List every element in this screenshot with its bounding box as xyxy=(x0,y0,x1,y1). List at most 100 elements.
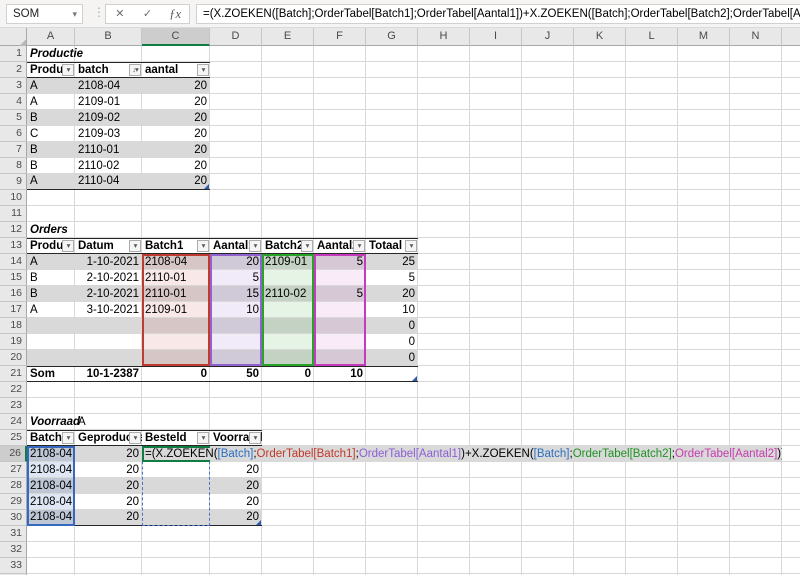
cell-A9[interactable]: A xyxy=(27,174,75,190)
insert-function-icon[interactable]: ƒx xyxy=(161,5,189,23)
cell-D21[interactable]: 50 xyxy=(210,366,262,382)
row-header-22[interactable]: 22 xyxy=(0,382,27,398)
row-header-4[interactable]: 4 xyxy=(0,94,27,110)
cell-A8[interactable]: B xyxy=(27,158,75,174)
cell-C7[interactable]: 20 xyxy=(142,142,210,158)
row-header-15[interactable]: 15 xyxy=(0,270,27,286)
row-header-21[interactable]: 21 xyxy=(0,366,27,382)
cell-C2[interactable]: aantal ▾ xyxy=(142,62,210,78)
cell-C13[interactable]: Batch1 ▾ xyxy=(142,238,210,254)
row-header-28[interactable]: 28 xyxy=(0,478,27,494)
row-header-30[interactable]: 30 xyxy=(0,510,27,526)
cell-D27[interactable]: 20 xyxy=(210,462,262,478)
column-header-I[interactable]: I xyxy=(470,28,522,46)
row-header-6[interactable]: 6 xyxy=(0,126,27,142)
row-header-19[interactable]: 19 xyxy=(0,334,27,350)
cell-B4[interactable]: 2109-01 xyxy=(75,94,142,110)
cell-E13[interactable]: Batch2 ▾ xyxy=(262,238,314,254)
cell-A4[interactable]: A xyxy=(27,94,75,110)
formula-edit-overlay[interactable]: =(X.ZOEKEN([Batch];OrderTabel[Batch1];Or… xyxy=(142,446,782,462)
cell-C25[interactable]: Besteld ▾ xyxy=(142,430,210,446)
cell-G14[interactable]: 25 xyxy=(366,254,418,270)
cell-B27[interactable]: 20 xyxy=(75,462,142,478)
column-header-O[interactable]: O xyxy=(782,28,800,46)
column-header-E[interactable]: E xyxy=(262,28,314,46)
column-header-K[interactable]: K xyxy=(574,28,626,46)
column-header-J[interactable]: J xyxy=(522,28,574,46)
column-header-L[interactable]: L xyxy=(626,28,678,46)
cell-B29[interactable]: 20 xyxy=(75,494,142,510)
row-header-10[interactable]: 10 xyxy=(0,190,27,206)
cell-C21[interactable]: 0 xyxy=(142,366,210,382)
cancel-icon[interactable]: ✕ xyxy=(106,5,134,23)
cell-C9[interactable]: 20 xyxy=(142,174,210,190)
cell-B9[interactable]: 2110-04 xyxy=(75,174,142,190)
column-header-M[interactable]: M xyxy=(678,28,730,46)
cell-A7[interactable]: B xyxy=(27,142,75,158)
filter-button[interactable]: ▾ xyxy=(129,240,141,252)
row-header-9[interactable]: 9 xyxy=(0,174,27,190)
cell-C4[interactable]: 20 xyxy=(142,94,210,110)
cell-A6[interactable]: C xyxy=(27,126,75,142)
select-all-corner[interactable]: ◢ xyxy=(0,28,27,47)
cell-B6[interactable]: 2109-03 xyxy=(75,126,142,142)
column-header-B[interactable]: B xyxy=(75,28,142,46)
filter-button[interactable]: ▾ xyxy=(197,432,209,444)
row-header-23[interactable]: 23 xyxy=(0,398,27,414)
cell-A21[interactable]: Som xyxy=(27,366,75,382)
cell-F21[interactable]: 10 xyxy=(314,366,366,382)
row-header-32[interactable]: 32 xyxy=(0,542,27,558)
cell-C3[interactable]: 20 xyxy=(142,78,210,94)
cell-B28[interactable]: 20 xyxy=(75,478,142,494)
row-header-20[interactable]: 20 xyxy=(0,350,27,366)
cell-A17[interactable]: A xyxy=(27,302,75,318)
cell-C6[interactable]: 20 xyxy=(142,126,210,142)
cell-B13[interactable]: Datum ▾ xyxy=(75,238,142,254)
row-header-29[interactable]: 29 xyxy=(0,494,27,510)
row-header-8[interactable]: 8 xyxy=(0,158,27,174)
row-header-13[interactable]: 13 xyxy=(0,238,27,254)
row-header-3[interactable]: 3 xyxy=(0,78,27,94)
row-header-17[interactable]: 17 xyxy=(0,302,27,318)
cell-B21[interactable]: 10-1-2387 xyxy=(75,366,142,382)
cell-A15[interactable]: B xyxy=(27,270,75,286)
name-box[interactable]: SOM ▾ xyxy=(6,4,83,24)
cell-A5[interactable]: B xyxy=(27,110,75,126)
row-header-12[interactable]: 12 xyxy=(0,222,27,238)
cell-D28[interactable]: 20 xyxy=(210,478,262,494)
cell-C8[interactable]: 20 xyxy=(142,158,210,174)
cell-B8[interactable]: 2110-02 xyxy=(75,158,142,174)
filter-button[interactable]: ▾ xyxy=(353,240,365,252)
cell-D30[interactable]: 20 xyxy=(210,510,262,526)
cell-B20[interactable] xyxy=(75,350,142,366)
row-header-11[interactable]: 11 xyxy=(0,206,27,222)
row-header-2[interactable]: 2 xyxy=(0,62,27,78)
filter-sort-button[interactable]: ↓▾ xyxy=(129,64,141,76)
filter-button[interactable]: ▾ xyxy=(197,64,209,76)
filter-button[interactable]: ▾ xyxy=(62,240,74,252)
table-resize-handle[interactable] xyxy=(412,376,417,381)
cell-A3[interactable]: A xyxy=(27,78,75,94)
cell-A2[interactable]: Product ▾ xyxy=(27,62,75,78)
column-header-H[interactable]: H xyxy=(418,28,470,46)
cell-F13[interactable]: Aantal2 ▾ xyxy=(314,238,366,254)
cell-G20[interactable]: 0 xyxy=(366,350,418,366)
cell-D13[interactable]: Aantal1 ▾ xyxy=(210,238,262,254)
cell-D25[interactable]: Voorraad ▾ xyxy=(210,430,262,446)
cell-G17[interactable]: 10 xyxy=(366,302,418,318)
column-header-G[interactable]: G xyxy=(366,28,418,46)
row-header-16[interactable]: 16 xyxy=(0,286,27,302)
row-header-7[interactable]: 7 xyxy=(0,142,27,158)
cell-D29[interactable]: 20 xyxy=(210,494,262,510)
filter-button[interactable]: ▾ xyxy=(62,432,74,444)
cell-E21[interactable]: 0 xyxy=(262,366,314,382)
cell-B14[interactable]: 1-10-2021 xyxy=(75,254,142,270)
cell-C5[interactable]: 20 xyxy=(142,110,210,126)
row-header-33[interactable]: 33 xyxy=(0,558,27,574)
cell-A1[interactable]: Productie xyxy=(27,46,83,62)
row-header-25[interactable]: 25 xyxy=(0,430,27,446)
name-box-dropdown-icon[interactable]: ▾ xyxy=(72,5,77,23)
cell-A20[interactable] xyxy=(27,350,75,366)
cell-G16[interactable]: 20 xyxy=(366,286,418,302)
cell-A18[interactable] xyxy=(27,318,75,334)
